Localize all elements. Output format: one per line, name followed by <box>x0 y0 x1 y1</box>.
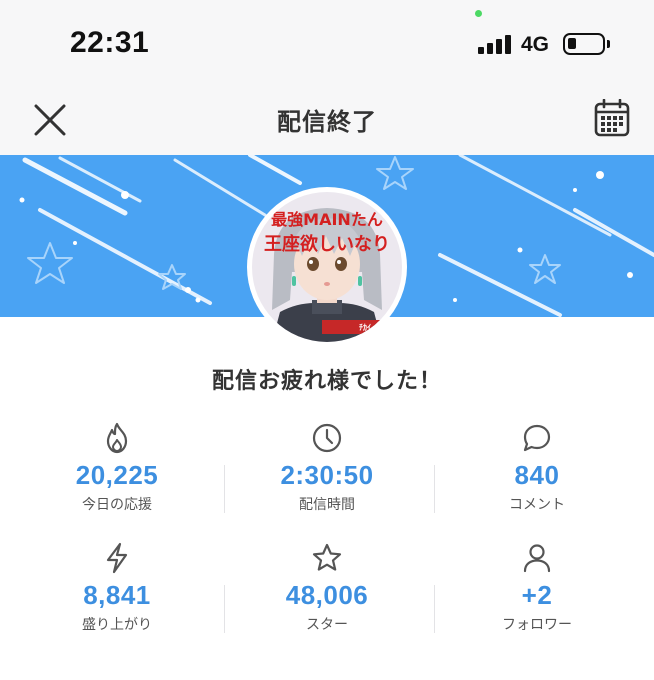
stat-stars: 48,006 スター <box>222 540 432 634</box>
network-type: 4G <box>521 33 550 56</box>
page-title: 配信終了 <box>277 108 377 136</box>
stat-value: 8,841 <box>83 580 151 610</box>
privacy-indicator-icon <box>475 10 482 17</box>
stat-comments: 840 コメント <box>432 420 642 514</box>
stat-label: 今日の応援 <box>82 497 152 513</box>
clock-icon <box>222 420 432 456</box>
stat-excitement: 8,841 盛り上がり <box>12 540 222 634</box>
calendar-button[interactable] <box>590 96 634 140</box>
status-bar: 22:31 4G <box>0 0 654 88</box>
status-time: 22:31 <box>70 26 150 59</box>
stat-stream-duration: 2:30:50 配信時間 <box>222 420 432 514</box>
stat-value: 2:30:50 <box>280 460 374 490</box>
stat-label: 盛り上がり <box>82 617 152 633</box>
stat-value: 20,225 <box>75 460 159 490</box>
avatar-caption-line-3: ﾁｶｲ <box>359 323 371 332</box>
battery-icon <box>563 33 605 55</box>
avatar[interactable]: 最強MAINたん 王座欲しいなり ﾁｶｲ <box>247 187 407 347</box>
stat-label: 配信時間 <box>299 497 355 513</box>
stat-label: コメント <box>509 497 565 513</box>
stat-value: 840 <box>514 460 560 490</box>
calendar-icon <box>594 99 630 137</box>
user-icon <box>432 540 642 576</box>
star-icon <box>222 540 432 576</box>
divider <box>224 585 225 633</box>
comment-icon <box>432 420 642 456</box>
stat-label: フォロワー <box>502 617 572 633</box>
stat-value: 48,006 <box>285 580 369 610</box>
flame-icon <box>12 420 222 456</box>
completion-message: 配信お疲れ様でした！ <box>211 369 442 394</box>
avatar-caption-line-2: 王座欲しいなり <box>264 234 390 255</box>
stat-value: +2 <box>521 580 553 610</box>
avatar-image: 最強MAINたん 王座欲しいなり ﾁｶｲ <box>252 192 402 342</box>
divider <box>434 585 435 633</box>
nav-bar: 配信終了 <box>0 88 654 155</box>
divider <box>434 465 435 513</box>
stat-followers: +2 フォロワー <box>432 540 642 634</box>
divider <box>224 465 225 513</box>
lightning-icon <box>12 540 222 576</box>
stat-label: スター <box>306 617 348 633</box>
avatar-caption-line-1: 最強MAINたん <box>271 210 383 229</box>
stat-today-support: 20,225 今日の応援 <box>12 420 222 514</box>
battery-tip <box>607 40 610 48</box>
signal-icon <box>478 34 514 54</box>
battery-level <box>568 38 576 49</box>
